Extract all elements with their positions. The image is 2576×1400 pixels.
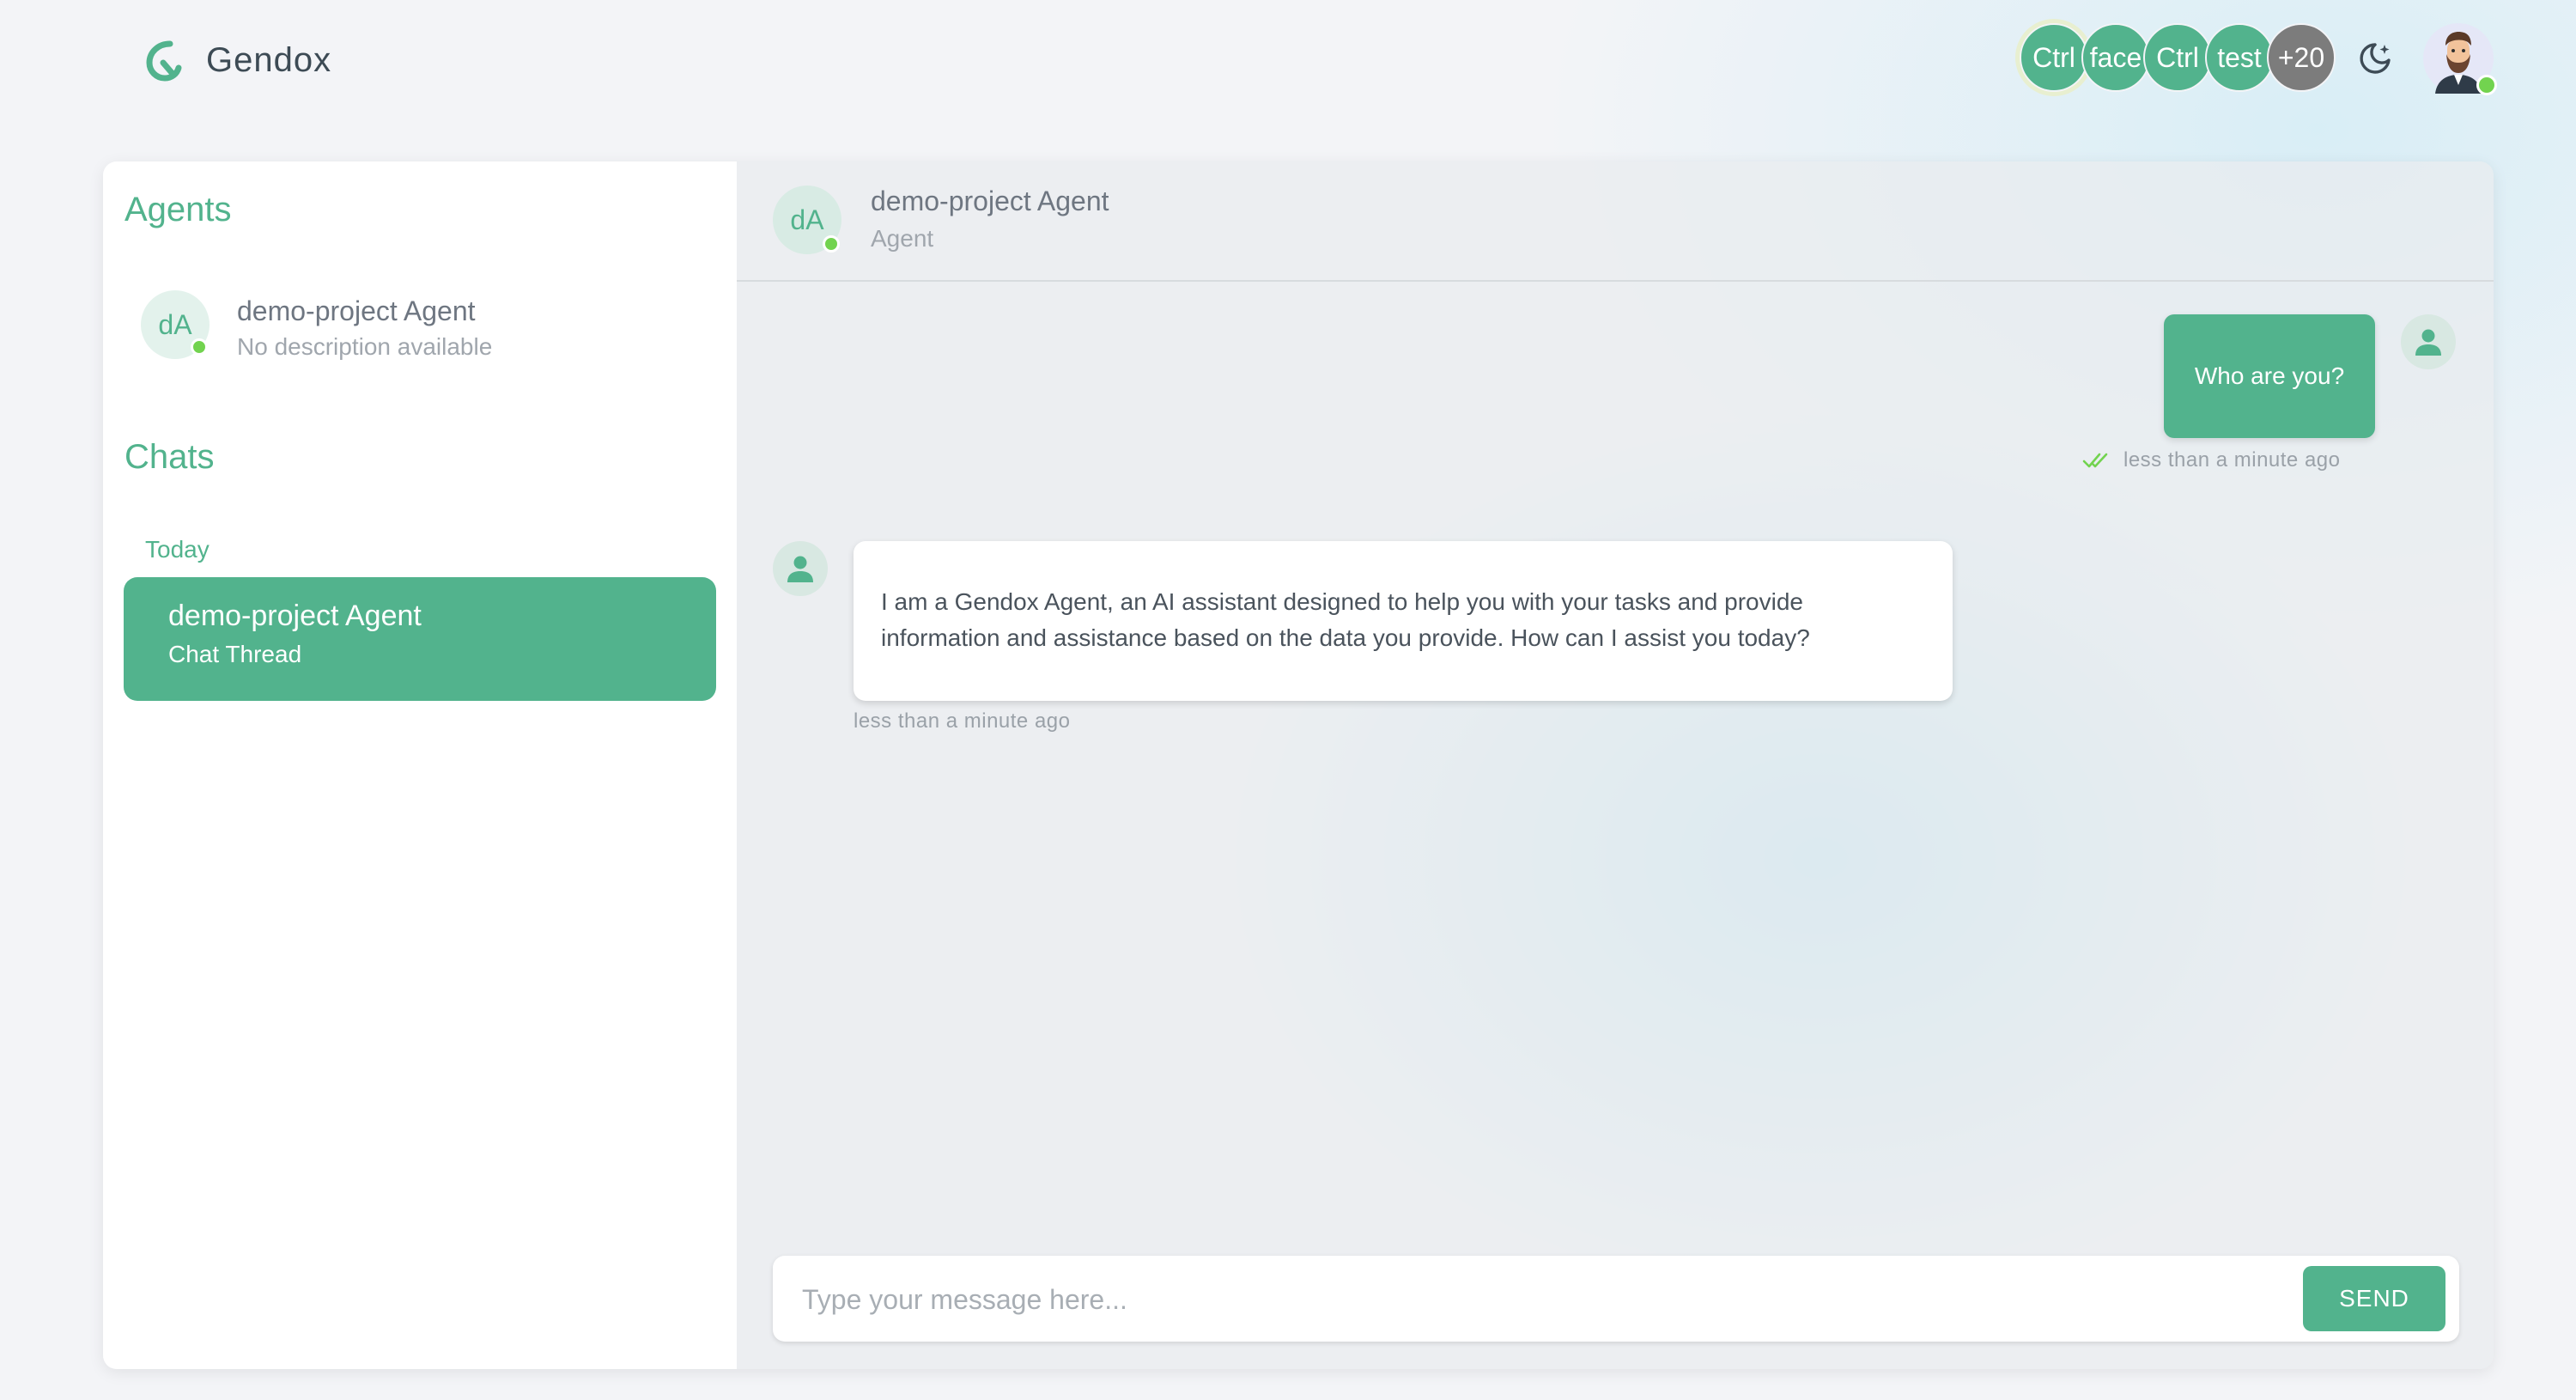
chat-agent-online-indicator [823,235,840,253]
app-name: Gendox [206,40,332,79]
chat-thread-subtitle: Chat Thread [168,641,302,667]
top-bar: Gendox Ctrl face Ctrl test +20 [0,0,2576,120]
sidebar: Agents dA demo-project Agent No descript… [103,161,737,1369]
agents-section-title: Agents [125,191,232,228]
chat-header: dA demo-project Agent Agent [737,161,2494,282]
agent-list-item[interactable]: dA demo-project Agent No description ava… [141,289,708,361]
send-button[interactable]: SEND [2303,1266,2445,1331]
person-icon [787,556,813,582]
chats-section-title: Chats [125,438,215,476]
chat-agent-role: Agent [871,225,934,252]
moon-icon[interactable] [2356,40,2394,77]
agent-message-avatar [773,541,828,596]
agent-name: demo-project Agent [237,295,476,326]
chat-panel: dA demo-project Agent Agent Who are you?… [737,161,2494,1369]
user-online-indicator [2476,75,2497,95]
agent-description: No description available [237,333,493,360]
org-avatar-ctrl[interactable]: Ctrl [2020,23,2088,92]
brand[interactable]: Gendox [139,34,331,86]
org-avatar-test[interactable]: test [2205,23,2274,92]
double-check-icon [2082,453,2108,468]
message-composer: SEND [773,1256,2459,1342]
chat-thread-title: demo-project Agent [168,600,422,632]
message-input[interactable] [800,1271,2263,1328]
user-message-time: less than a minute ago [2123,448,2341,472]
chat-thread-item[interactable]: demo-project Agent Chat Thread [124,577,716,701]
agent-message-bubble: I am a Gendox Agent, an AI assistant des… [854,541,1953,701]
person-icon [2415,329,2441,356]
gendox-logo-icon [146,40,182,82]
chat-group-today: Today [145,536,210,563]
user-message-meta: less than a minute ago [2082,445,2341,476]
org-avatar-ctrl-2[interactable]: Ctrl [2143,23,2212,92]
user-message-avatar [2401,314,2456,369]
more-organizations-badge[interactable]: +20 [2267,23,2336,92]
org-avatar-face[interactable]: face [2081,23,2150,92]
chat-card: Agents dA demo-project Agent No descript… [103,161,2494,1369]
organization-switcher: Ctrl face Ctrl test +20 [2020,23,2346,94]
agent-online-indicator [191,338,208,356]
user-avatar[interactable] [2423,23,2497,95]
agent-message-time: less than a minute ago [854,709,1071,733]
user-message-bubble: Who are you? [2164,314,2375,438]
chat-agent-name: demo-project Agent [871,186,1109,216]
